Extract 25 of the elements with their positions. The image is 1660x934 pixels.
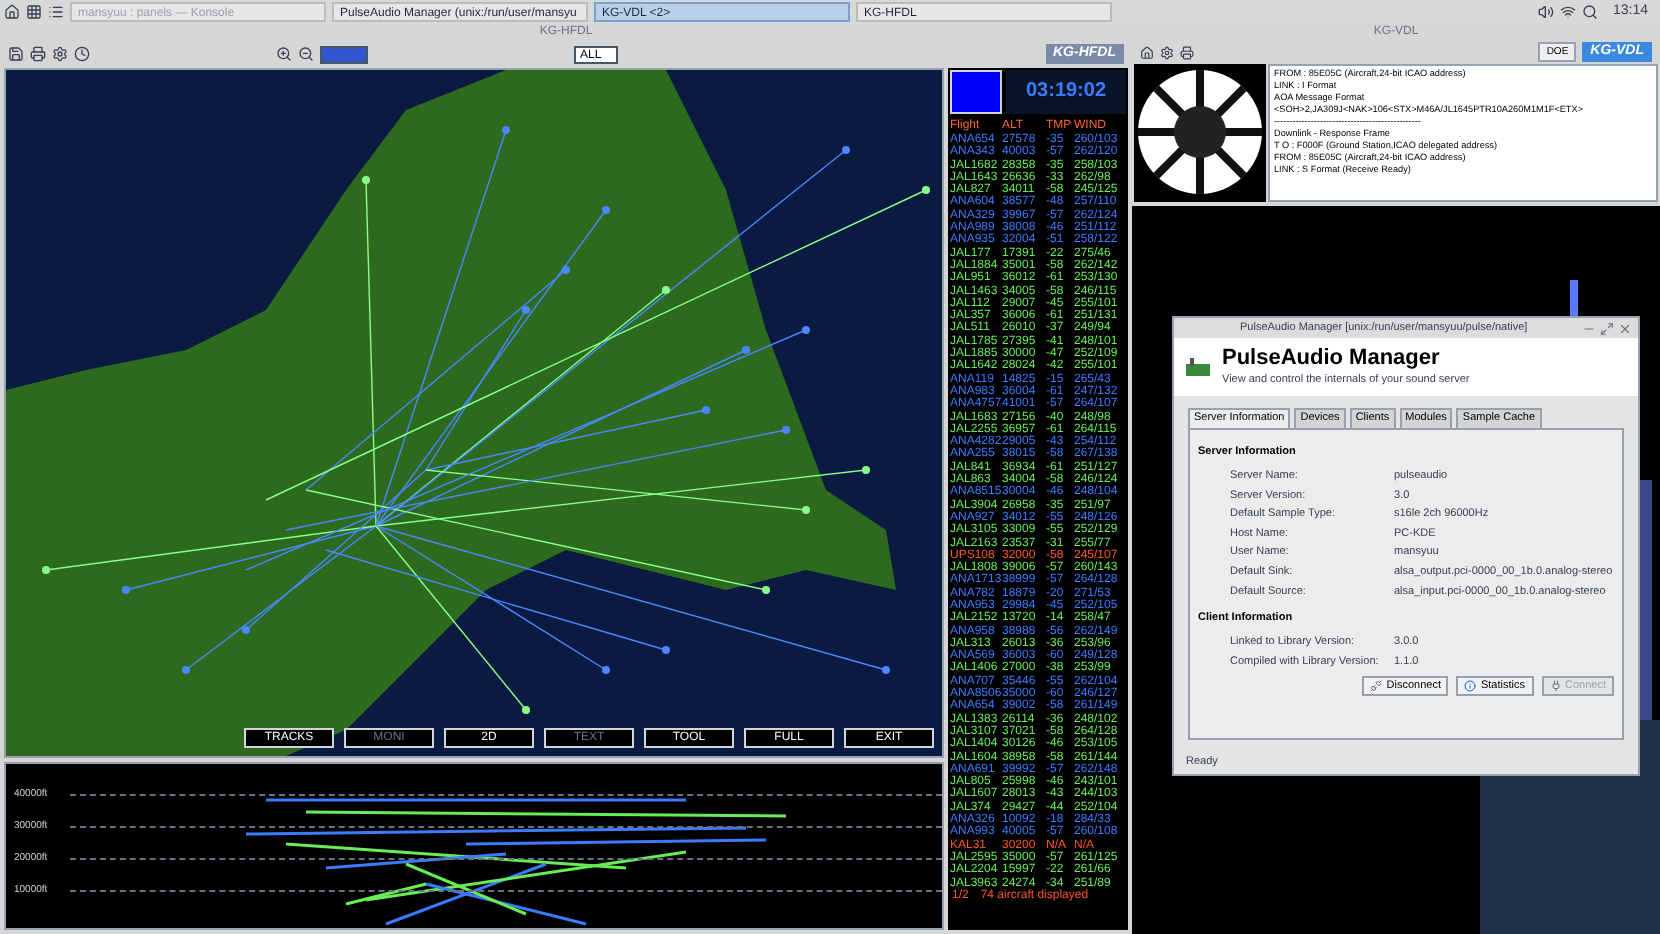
sound-card-icon <box>1186 357 1210 377</box>
zoom-in-icon[interactable] <box>276 46 292 62</box>
app-heading: PulseAudio Manager <box>1222 346 1442 372</box>
close-icon[interactable] <box>1618 321 1632 335</box>
maximize-icon[interactable] <box>1600 321 1614 335</box>
info-icon <box>1464 680 1477 693</box>
save-icon[interactable] <box>8 46 24 62</box>
connect-icon <box>1549 680 1561 693</box>
home-icon[interactable] <box>4 4 20 20</box>
search-icon[interactable] <box>1582 4 1599 20</box>
zoom-select[interactable] <box>320 45 368 63</box>
digital-clock: 03:19:02 <box>1006 70 1126 114</box>
list-icon[interactable] <box>48 4 64 20</box>
clock-icon[interactable] <box>74 46 90 62</box>
status-square <box>950 70 1002 114</box>
network-icon[interactable] <box>1560 4 1577 20</box>
grid-icon[interactable] <box>26 4 42 20</box>
settings-icon[interactable] <box>52 46 68 62</box>
print-icon[interactable] <box>1180 45 1194 59</box>
home-icon[interactable] <box>1140 45 1154 59</box>
volume-icon[interactable] <box>1538 4 1555 20</box>
zoom-out-icon[interactable] <box>298 46 314 62</box>
disconnect-icon <box>1370 680 1383 693</box>
settings-icon[interactable] <box>1160 45 1174 59</box>
print-icon[interactable] <box>30 46 46 62</box>
